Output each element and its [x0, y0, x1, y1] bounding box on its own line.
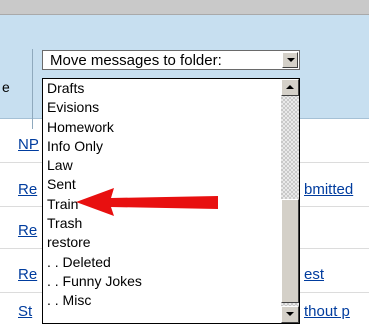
folder-option-misc[interactable]: . . Misc: [43, 291, 281, 310]
folder-option-law[interactable]: Law: [43, 156, 281, 175]
list-scrollbar[interactable]: [281, 79, 299, 323]
top-bar: [0, 0, 369, 15]
toolbar-separator: [32, 49, 33, 129]
folder-option-restore[interactable]: restore: [43, 233, 281, 252]
toolbar-partial-label: e: [2, 79, 10, 95]
scroll-down-button[interactable]: [281, 306, 299, 323]
move-to-folder-select[interactable]: Move messages to folder:: [42, 50, 300, 70]
chevron-down-icon: [286, 312, 294, 316]
message-link[interactable]: Re: [18, 222, 37, 239]
red-arrow-annotation: [76, 188, 218, 216]
scroll-up-button[interactable]: [281, 79, 299, 96]
folder-option-homework[interactable]: Homework: [43, 118, 281, 137]
folder-option-funny-jokes[interactable]: . . Funny Jokes: [43, 272, 281, 291]
dropdown-button[interactable]: [282, 52, 298, 68]
folder-option-deleted[interactable]: . . Deleted: [43, 253, 281, 272]
message-link[interactable]: Re: [18, 181, 37, 198]
message-link[interactable]: NP: [18, 136, 39, 153]
folder-option-info-only[interactable]: Info Only: [43, 137, 281, 156]
folder-option-drafts[interactable]: Drafts: [43, 79, 281, 98]
chevron-up-icon: [286, 85, 294, 89]
chevron-down-icon: [287, 58, 295, 62]
message-link[interactable]: Re: [18, 266, 37, 283]
folder-option-evisions[interactable]: Evisions: [43, 98, 281, 117]
scroll-thumb[interactable]: [281, 199, 299, 303]
message-link[interactable]: est: [304, 266, 324, 283]
message-link[interactable]: St: [18, 303, 32, 320]
message-link[interactable]: thout p: [304, 303, 350, 320]
select-value: Move messages to folder:: [50, 52, 222, 69]
message-link[interactable]: bmitted: [304, 181, 353, 198]
